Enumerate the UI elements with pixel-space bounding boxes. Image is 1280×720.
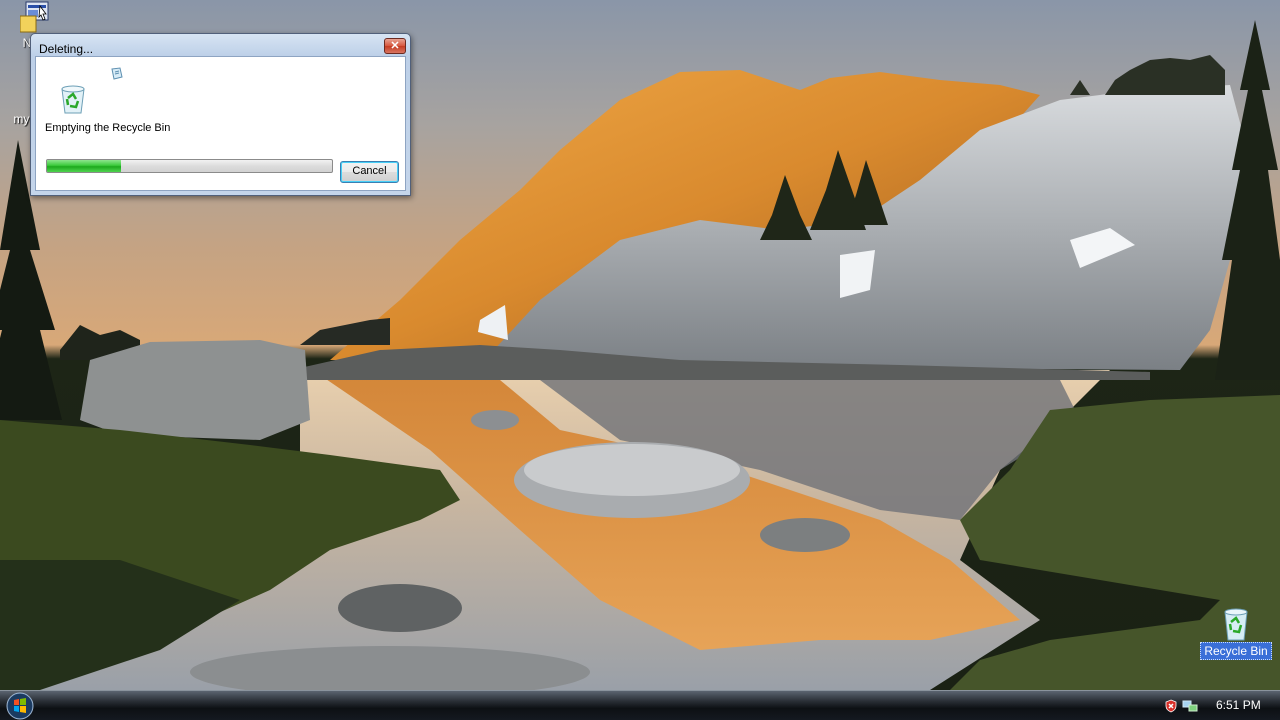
- network-icon[interactable]: [1182, 699, 1198, 713]
- recycle-bin-animation-icon: [61, 85, 85, 114]
- security-alert-icon[interactable]: [1164, 699, 1178, 713]
- network-program-icon: [20, 1, 49, 33]
- progress-fill: [47, 160, 122, 172]
- dialog-body: Emptying the Recycle Bin Cancel: [35, 56, 406, 191]
- status-text: Emptying the Recycle Bin: [45, 122, 171, 134]
- start-button[interactable]: [3, 691, 37, 720]
- cancel-button[interactable]: Cancel: [340, 161, 399, 183]
- system-tray: 6:51 PM: [1160, 691, 1280, 720]
- desktop-icon-recycle-bin[interactable]: Recycle Bin: [1198, 608, 1274, 660]
- dialog-title: Deleting...: [39, 42, 94, 56]
- windows-logo-icon: [6, 692, 34, 720]
- taskbar: 6:51 PM: [0, 690, 1280, 720]
- progress-bar: [46, 159, 333, 173]
- recycle-bin-icon: [1224, 608, 1248, 641]
- desktop-icon-label: Recycle Bin: [1200, 642, 1272, 660]
- flying-file-icon: [111, 67, 123, 80]
- close-icon: ✕: [390, 40, 400, 52]
- close-button[interactable]: ✕: [384, 38, 406, 54]
- deleting-dialog: Deleting... ✕ Emptying the Recycle Bin C…: [30, 33, 411, 196]
- clock[interactable]: 6:51 PM: [1216, 698, 1261, 712]
